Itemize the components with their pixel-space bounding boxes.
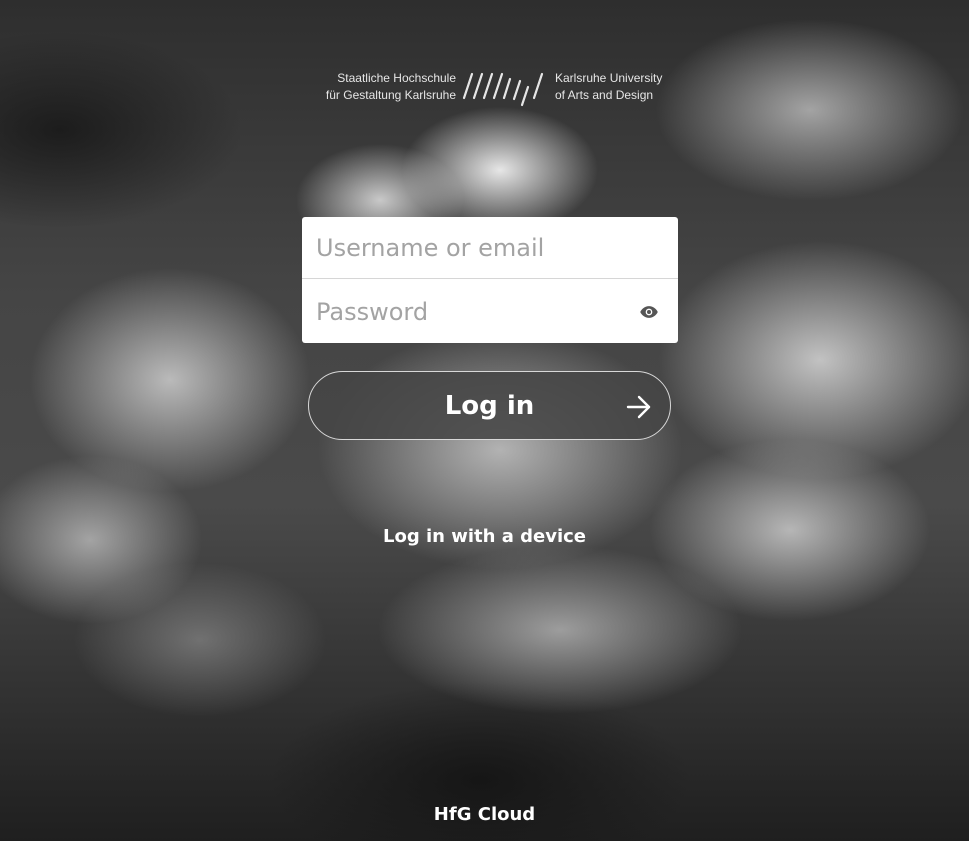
login-form [302, 217, 678, 343]
logo-line-1-left: Staatliche Hochschule [337, 71, 456, 85]
logo-line-2-left: für Gestaltung Karlsruhe [325, 88, 456, 102]
logo-line-2-right: of Arts and Design [555, 88, 654, 102]
arrow-right-icon [626, 395, 651, 419]
login-with-device-link[interactable]: Log in with a device [383, 526, 586, 547]
logo-text-english: Karlsruhe University of Arts and Design [555, 70, 662, 104]
logo-line-1-right: Karlsruhe University [555, 71, 663, 85]
eye-icon[interactable] [638, 302, 660, 322]
password-input[interactable] [302, 281, 678, 343]
password-field-container [302, 281, 678, 343]
logo-stripes-mark [462, 72, 544, 107]
username-field-container [302, 217, 678, 279]
login-with-device-container: Log in with a device [0, 526, 969, 547]
username-input[interactable] [302, 217, 678, 278]
university-logo: Staatliche Hochschule für Gestaltung Kar… [310, 70, 670, 108]
login-button-label: Log in [444, 391, 535, 421]
login-button[interactable]: Log in [308, 371, 671, 440]
logo-text-german: Staatliche Hochschule für Gestaltung Kar… [326, 70, 456, 104]
footer-brand: HfG Cloud [433, 804, 536, 825]
